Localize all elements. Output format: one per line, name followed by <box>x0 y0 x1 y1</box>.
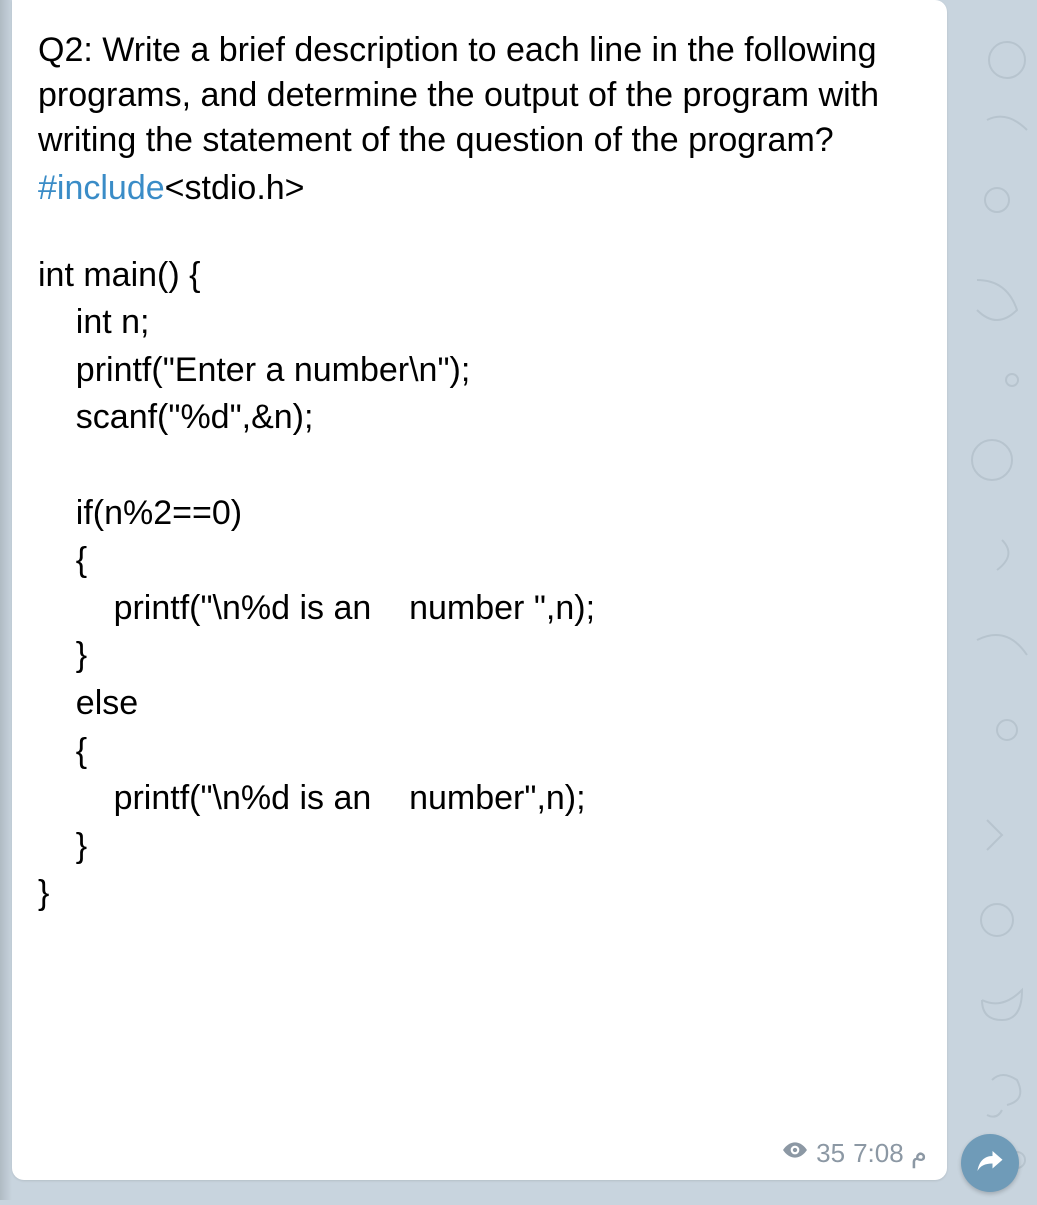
share-arrow-icon <box>975 1146 1005 1181</box>
views-icon <box>782 1137 808 1170</box>
message-time: 7:08 م <box>853 1138 927 1169</box>
include-line: #include<stdio.h> <box>38 169 921 208</box>
share-button[interactable] <box>961 1134 1019 1192</box>
background-doodles <box>947 0 1037 1200</box>
message-meta: 35 7:08 م <box>782 1137 927 1170</box>
code-block: int main() { int n; printf("Enter a numb… <box>38 252 921 918</box>
message-bubble: Q2: Write a brief description to each li… <box>12 0 947 1180</box>
include-keyword: #include <box>38 169 165 207</box>
question-text: Q2: Write a brief description to each li… <box>38 28 921 163</box>
left-edge-shadow <box>0 0 12 1200</box>
views-count: 35 <box>816 1138 845 1169</box>
include-header: <stdio.h> <box>165 169 305 207</box>
